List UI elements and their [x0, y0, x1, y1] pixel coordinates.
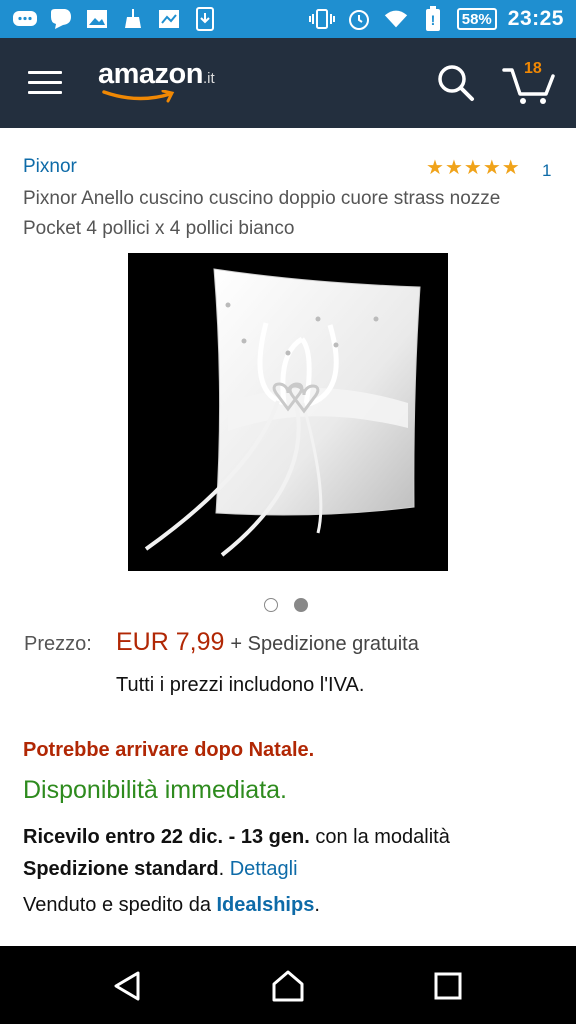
seller-link[interactable]: Idealships [217, 894, 315, 916]
recents-icon [434, 972, 462, 1000]
svg-text:!: ! [430, 12, 435, 28]
seller-prefix: Venduto e spedito da [23, 894, 217, 916]
logo-domain: .it [202, 70, 215, 87]
cart-count-badge: 18 [524, 60, 542, 77]
battery-indicator: 58% [456, 8, 497, 30]
image-notification-icon [84, 8, 110, 30]
app-header: amazon.it 18 [0, 38, 576, 128]
amazon-logo[interactable]: amazon.it [98, 58, 215, 103]
price-label: Prezzo: [24, 633, 92, 655]
product-image[interactable] [128, 253, 448, 571]
gallery-notification-icon [156, 8, 182, 30]
vat-note: Tutti i prezzi includono l'IVA. [116, 674, 365, 696]
image-pager[interactable] [264, 598, 308, 612]
star-icon: ★ [501, 157, 520, 179]
delivery-dates: Ricevilo entro 22 dic. - 13 gen. [23, 826, 310, 848]
rating-stars[interactable]: ★ ★ ★ ★ ★ [426, 158, 520, 178]
availability-status: Disponibilità immediata. [23, 776, 288, 804]
delivery-separator: . [218, 858, 230, 880]
price-row: Prezzo: EUR 7,99 + Spedizione gratuita [24, 628, 419, 657]
cart-button[interactable]: 18 [502, 60, 556, 106]
system-nav-bar [0, 946, 576, 1024]
star-icon: ★ [482, 157, 501, 179]
delivery-info: Ricevilo entro 22 dic. - 13 gen. con la … [23, 821, 563, 885]
star-icon: ★ [463, 157, 482, 179]
brand-link[interactable]: Pixnor [23, 156, 77, 178]
pager-dot[interactable] [264, 598, 278, 612]
back-icon [114, 971, 140, 1001]
price-value: EUR 7,99 [116, 628, 225, 656]
delivery-text: con la modalità [309, 826, 450, 848]
cleaner-notification-icon [120, 8, 146, 30]
logo-text: amazon [98, 58, 203, 90]
status-bar: ! 58% 23:25 [0, 0, 576, 38]
menu-button[interactable] [28, 71, 62, 95]
search-button[interactable] [436, 63, 476, 103]
details-link[interactable]: Dettagli [230, 858, 298, 880]
search-icon [438, 65, 474, 101]
seller-info: Venduto e spedito da Idealships. [23, 894, 320, 917]
message-notification-icon [48, 8, 74, 30]
smile-arrow-icon [102, 90, 175, 103]
chat-notification-icon [12, 8, 38, 30]
back-button[interactable] [110, 968, 146, 1004]
battery-level: 58% [461, 10, 492, 28]
seller-suffix: . [314, 894, 320, 916]
alarm-icon [346, 8, 372, 30]
home-button[interactable] [270, 968, 306, 1004]
home-icon [272, 970, 304, 1002]
star-icon: ★ [444, 157, 463, 179]
rating-count[interactable]: 1 [542, 161, 551, 181]
wifi-icon [383, 8, 409, 30]
vibrate-icon [308, 8, 335, 30]
clock: 23:25 [507, 7, 564, 30]
delivery-method: Spedizione standard [23, 858, 219, 880]
pager-dot-active[interactable] [294, 598, 308, 612]
download-notification-icon [192, 7, 218, 31]
battery-alert-icon: ! [420, 6, 446, 31]
shipping-info: + Spedizione gratuita [230, 633, 419, 655]
star-icon: ★ [426, 157, 444, 179]
recents-button[interactable] [430, 968, 466, 1004]
product-title: Pixnor Anello cuscino cuscino doppio cuo… [23, 188, 501, 239]
delivery-warning: Potrebbe arrivare dopo Natale. [23, 739, 315, 761]
